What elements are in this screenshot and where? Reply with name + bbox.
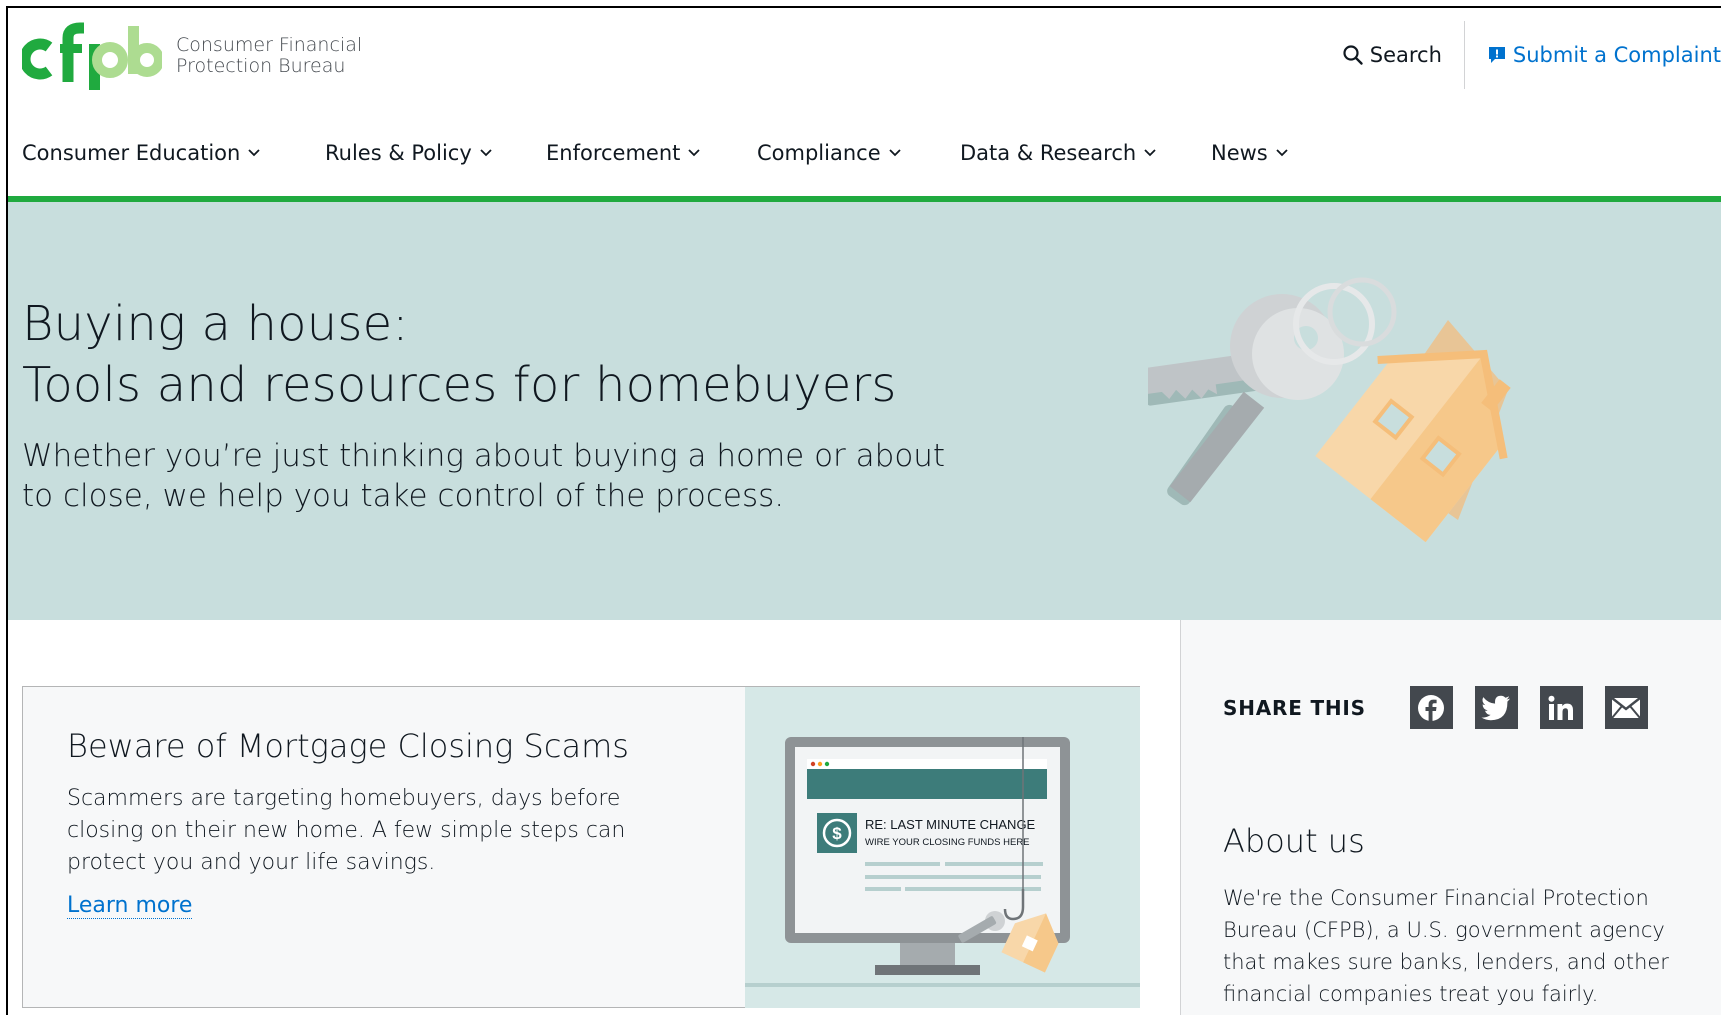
hero-banner: Buying a house: Tools and resources for … (8, 202, 1721, 620)
complaint-speech-bubble-icon (1488, 47, 1505, 63)
share-facebook-button[interactable] (1409, 686, 1453, 729)
featured-body: Scammers are targeting homebuyers, days … (67, 786, 626, 875)
site-header: Consumer Financial Protection Bureau Sea… (8, 8, 1721, 202)
main-content: Beware of Mortgage Closing Scams Scammer… (8, 620, 1721, 1015)
submit-complaint-link[interactable]: Submit a Complaint (1465, 43, 1721, 67)
chevron-down-icon (480, 149, 492, 157)
featured-card: Beware of Mortgage Closing Scams Scammer… (22, 686, 1140, 1008)
main-nav: Consumer Education Rules & Policy Enforc… (22, 134, 1288, 172)
nav-label: Rules & Policy (325, 141, 472, 165)
monitor-scam-illustration: $ RE: LAST MINUTE CHANGE WIRE YOUR CLOSI… (745, 737, 1140, 987)
search-button[interactable]: Search (1342, 43, 1464, 67)
svg-text:$: $ (832, 824, 842, 843)
about-body: We're the Consumer Financial Protection … (1223, 886, 1669, 1006)
utility-nav: Search Submit a Complaint (1342, 20, 1721, 90)
page-title: Buying a house: Tools and resources for … (22, 294, 897, 416)
complaint-label: Submit a Complaint (1512, 43, 1721, 67)
nav-news[interactable]: News (1211, 141, 1288, 165)
nav-label: Data & Research (960, 141, 1137, 165)
nav-data-research[interactable]: Data & Research (960, 141, 1211, 165)
chevron-down-icon (1276, 149, 1288, 157)
cfpb-logo[interactable]: Consumer Financial Protection Bureau (22, 20, 362, 92)
share-this: SHARE THIS (1223, 686, 1670, 729)
email-icon (1611, 696, 1642, 719)
search-label: Search (1369, 43, 1442, 67)
sidebar: SHARE THIS About us We're the Consumer F… (1180, 620, 1721, 1015)
nav-compliance[interactable]: Compliance (757, 141, 960, 165)
logo-line-1: Consumer Financial (176, 34, 363, 56)
nav-consumer-education[interactable]: Consumer Education (22, 141, 325, 165)
featured-image: $ RE: LAST MINUTE CHANGE WIRE YOUR CLOSI… (745, 687, 1140, 1008)
chevron-down-icon (1144, 149, 1156, 157)
twitter-icon (1481, 695, 1511, 720)
chevron-down-icon (888, 149, 901, 157)
page-title-line-2: Tools and resources for homebuyers (22, 357, 897, 413)
nav-label: Consumer Education (22, 141, 241, 165)
share-twitter-button[interactable] (1474, 686, 1518, 729)
nav-label: News (1211, 141, 1268, 165)
about-heading: About us (1223, 822, 1365, 860)
page-title-line-1: Buying a house: (22, 296, 409, 352)
nav-enforcement[interactable]: Enforcement (546, 141, 757, 165)
share-email-button[interactable] (1604, 686, 1648, 729)
logo-wordmark: Consumer Financial Protection Bureau (176, 35, 362, 77)
featured-text: Beware of Mortgage Closing Scams Scammer… (67, 727, 687, 919)
browser-page: Consumer Financial Protection Bureau Sea… (6, 6, 1721, 1015)
keys-house-illustration (1148, 277, 1511, 543)
learn-more-link[interactable]: Learn more (67, 893, 193, 919)
chevron-down-icon (248, 149, 260, 157)
cfpb-logo-mark (22, 22, 162, 90)
share-label: SHARE THIS (1223, 695, 1366, 720)
nav-label: Compliance (757, 141, 881, 165)
chevron-down-icon (688, 149, 701, 157)
share-linkedin-button[interactable] (1539, 686, 1583, 729)
facebook-icon (1418, 694, 1445, 721)
image-email-subline: WIRE YOUR CLOSING FUNDS HERE (865, 837, 1030, 848)
hero-lead: Whether you’re just thinking about buyin… (22, 438, 946, 514)
image-email-headline: RE: LAST MINUTE CHANGE (865, 817, 1036, 832)
nav-label: Enforcement (546, 141, 681, 165)
nav-rules-policy[interactable]: Rules & Policy (325, 141, 546, 165)
featured-title: Beware of Mortgage Closing Scams (67, 727, 629, 765)
logo-line-2: Protection Bureau (176, 55, 346, 77)
linkedin-icon (1548, 695, 1574, 720)
search-icon (1343, 45, 1363, 65)
